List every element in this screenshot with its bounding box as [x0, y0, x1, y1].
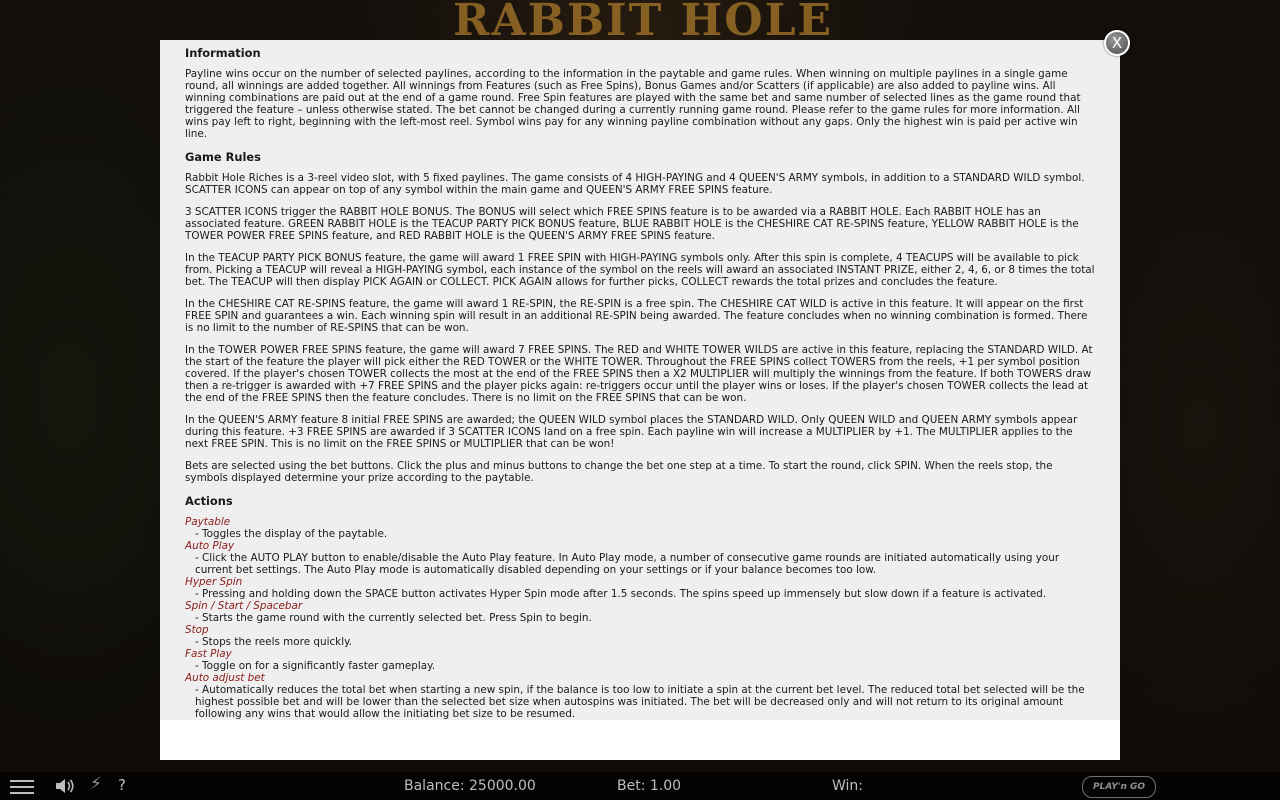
- action-item: Stop - Stops the reels more quickly.: [185, 624, 1095, 648]
- action-desc: - Toggles the display of the paytable.: [195, 528, 388, 540]
- help-button[interactable]: ?: [118, 777, 126, 793]
- action-item: Spin / Start / Spacebar - Starts the gam…: [185, 600, 1095, 624]
- rules-paragraph: In the TOWER POWER FREE SPINS feature, t…: [185, 344, 1093, 404]
- action-desc: - Automatically reduces the total bet wh…: [195, 684, 1085, 720]
- action-item: Hyper Spin - Pressing and holding down t…: [185, 576, 1095, 600]
- action-title-auto-play: Auto Play: [185, 540, 235, 552]
- information-text: Payline wins occur on the number of sele…: [185, 68, 1081, 140]
- action-desc: - Stops the reels more quickly.: [195, 636, 353, 648]
- actions-heading: Actions: [185, 494, 233, 508]
- rules-paragraph: In the CHESHIRE CAT RE-SPINS feature, th…: [185, 298, 1088, 334]
- rules-paragraph: In the TEACUP PARTY PICK BONUS feature, …: [185, 252, 1095, 288]
- rules-paragraph: 3 SCATTER ICONS trigger the RABBIT HOLE …: [185, 206, 1079, 242]
- lightning-icon[interactable]: ⚡: [90, 776, 102, 793]
- win-display: Win:: [832, 778, 864, 794]
- game-logo: RABBIT HOLE: [452, 0, 834, 40]
- action-item: Auto adjust bet - Automatically reduces …: [185, 672, 1095, 720]
- bottom-bar: ⚡ ? Balance: 25000.00 Bet: 1.00 Win: PLA…: [0, 772, 1280, 800]
- action-item: Paytable - Toggles the display of the pa…: [185, 516, 1095, 540]
- bet-display: Bet: 1.00: [617, 778, 682, 794]
- brand-logo: PLAY'n GO: [1082, 776, 1156, 798]
- balance-display: Balance: 25000.00: [404, 778, 536, 794]
- information-heading: Information: [185, 46, 261, 60]
- rules-paragraph: Rabbit Hole Riches is a 3-reel video slo…: [185, 172, 1085, 196]
- menu-icon[interactable]: [10, 780, 34, 794]
- action-title-auto-adjust-bet: Auto adjust bet: [185, 672, 265, 684]
- close-button[interactable]: X: [1104, 30, 1130, 56]
- action-item: Auto Play - Click the AUTO PLAY button t…: [185, 540, 1095, 576]
- rules-content[interactable]: Information Payline wins occur on the nu…: [160, 40, 1120, 720]
- action-title-paytable: Paytable: [185, 516, 231, 528]
- info-dialog: Information Payline wins occur on the nu…: [160, 40, 1120, 760]
- action-title-spin: Spin / Start / Spacebar: [185, 600, 303, 612]
- action-item: Fast Play - Toggle on for a significantl…: [185, 648, 1095, 672]
- action-title-fast-play: Fast Play: [185, 648, 232, 660]
- action-desc: - Pressing and holding down the SPACE bu…: [195, 588, 1047, 600]
- rules-paragraph: In the QUEEN'S ARMY feature 8 initial FR…: [185, 414, 1078, 450]
- action-title-stop: Stop: [185, 624, 209, 636]
- speaker-icon[interactable]: [54, 777, 76, 799]
- action-title-hyper-spin: Hyper Spin: [185, 576, 243, 588]
- action-desc: - Starts the game round with the current…: [195, 612, 592, 624]
- game-rules-heading: Game Rules: [185, 150, 261, 164]
- action-desc: - Toggle on for a significantly faster g…: [195, 660, 436, 672]
- rules-paragraph: Bets are selected using the bet buttons.…: [185, 460, 1053, 484]
- action-desc: - Click the AUTO PLAY button to enable/d…: [195, 552, 1060, 576]
